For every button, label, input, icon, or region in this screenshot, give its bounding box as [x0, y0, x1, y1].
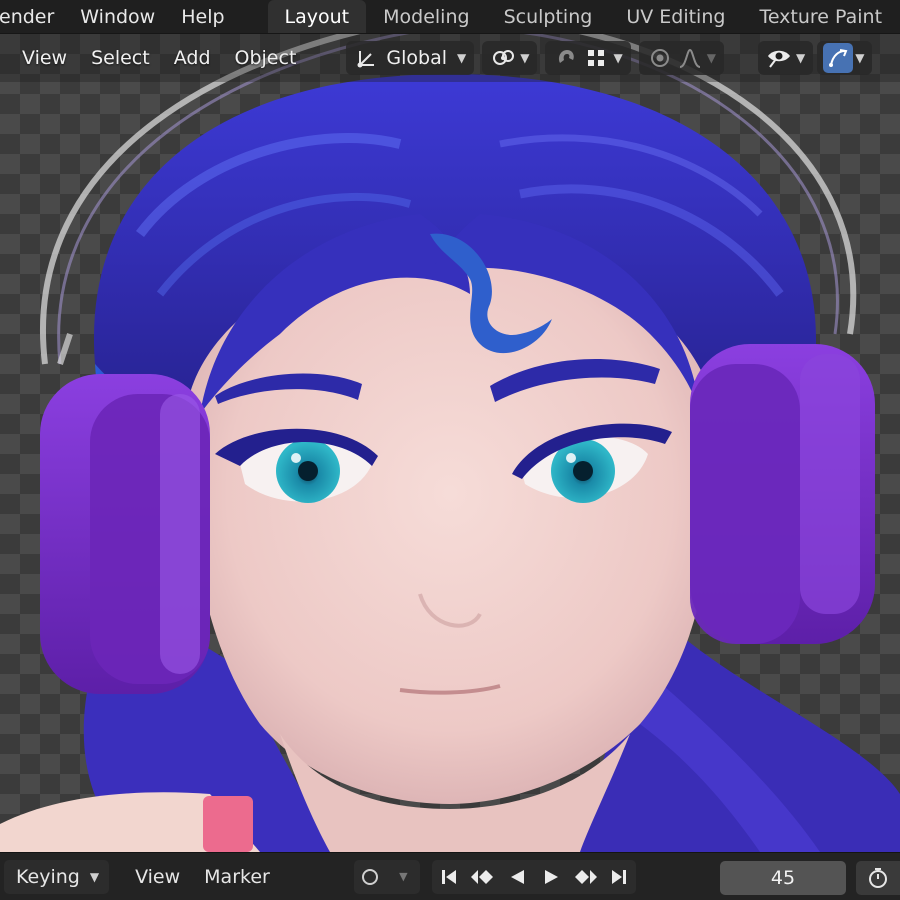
tab-uv-editing[interactable]: UV Editing — [609, 0, 742, 33]
timeline-header: Keying ▼ View Marker ▼ 45 — [0, 852, 900, 900]
jump-start-icon[interactable] — [432, 860, 466, 894]
chevron-down-icon[interactable]: ▼ — [387, 860, 420, 894]
3d-viewport[interactable]: View Select Add Object Global ▼ ▼ ▼ ▼ ▼ … — [0, 34, 900, 852]
auto-keying-group: ▼ — [353, 859, 420, 894]
proportional-edit-icon[interactable] — [645, 43, 675, 73]
proportional-edit-group: ▼ — [638, 41, 724, 75]
transform-axes-icon — [352, 43, 382, 73]
menu-add[interactable]: Add — [162, 47, 223, 69]
keying-dropdown[interactable]: Keying ▼ — [4, 859, 110, 894]
chevron-down-icon[interactable]: ▼ — [611, 51, 624, 65]
timeline-menu-marker[interactable]: Marker — [192, 866, 282, 888]
eye-icon — [764, 43, 794, 73]
orientation-label: Global — [386, 47, 448, 69]
jump-end-icon[interactable] — [602, 860, 636, 894]
menu-help[interactable]: Help — [168, 0, 237, 33]
chevron-down-icon[interactable]: ▼ — [705, 51, 718, 65]
jump-keyframe-prev-icon[interactable] — [466, 860, 500, 894]
playback-controls — [431, 859, 636, 894]
chevron-down-icon: ▼ — [520, 51, 530, 65]
gizmo-icon — [823, 43, 854, 73]
menu-render[interactable]: ender — [0, 0, 67, 33]
chevron-down-icon: ▼ — [457, 51, 467, 65]
snap-grid-icon[interactable] — [581, 43, 611, 73]
tab-texture-paint[interactable]: Texture Paint — [742, 0, 899, 33]
playback-clock-icon[interactable] — [856, 861, 900, 895]
workspace-tabs: Layout Modeling Sculpting UV Editing Tex… — [267, 0, 900, 33]
jump-keyframe-next-icon[interactable] — [568, 860, 602, 894]
play-icon[interactable] — [534, 860, 568, 894]
menu-window[interactable]: Window — [67, 0, 168, 33]
snap-magnet-icon[interactable] — [551, 43, 581, 73]
viewport-header: View Select Add Object Global ▼ ▼ ▼ ▼ ▼ … — [0, 34, 900, 82]
top-menu-bar: ender Window Help Layout Modeling Sculpt… — [0, 0, 900, 34]
character-render — [0, 34, 900, 852]
transform-orientation-dropdown[interactable]: Global ▼ — [346, 41, 475, 75]
tab-modeling[interactable]: Modeling — [366, 0, 486, 33]
chevron-down-icon: ▼ — [89, 869, 100, 884]
top-strap — [203, 796, 253, 852]
falloff-curve-icon[interactable] — [675, 43, 705, 73]
current-frame-field[interactable]: 45 — [720, 861, 846, 895]
keying-label: Keying — [16, 865, 80, 888]
play-reverse-icon[interactable] — [500, 860, 534, 894]
tab-layout[interactable]: Layout — [267, 0, 367, 33]
snap-group: ▼ — [545, 41, 631, 75]
timeline-menu-view[interactable]: View — [123, 866, 192, 888]
menu-select[interactable]: Select — [79, 47, 162, 69]
pivot-point-icon — [488, 43, 518, 73]
pivot-point-dropdown[interactable]: ▼ — [482, 41, 538, 75]
gizmo-toggle[interactable]: ▼ — [817, 41, 873, 75]
tab-sculpting[interactable]: Sculpting — [487, 0, 610, 33]
visibility-dropdown[interactable]: ▼ — [757, 41, 814, 75]
chevron-down-icon: ▼ — [795, 51, 806, 65]
record-icon[interactable] — [354, 860, 387, 894]
menu-view[interactable]: View — [10, 47, 79, 69]
chevron-down-icon: ▼ — [855, 51, 865, 65]
menu-object[interactable]: Object — [223, 47, 309, 69]
